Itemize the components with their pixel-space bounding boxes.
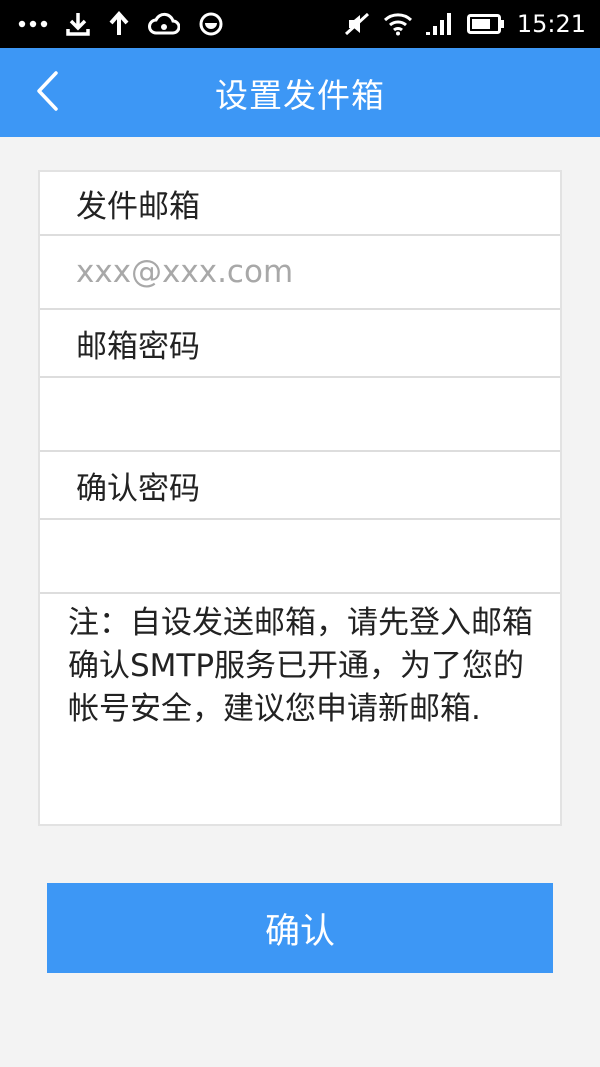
signal-icon: [425, 10, 455, 38]
sender-email-field[interactable]: [40, 236, 560, 308]
sender-email-field-row: [40, 236, 560, 310]
more-icon: [18, 10, 48, 38]
email-form: 发件邮箱 邮箱密码 确认密码 注：自设发送邮箱，请先登入邮箱确认SMTP服务已开…: [38, 170, 562, 826]
sender-email-label-row: 发件邮箱: [40, 172, 560, 236]
confirm-password-field[interactable]: [40, 520, 560, 592]
status-bar-right: 15:21: [343, 10, 586, 38]
confirm-password-label-row: 确认密码: [40, 452, 560, 520]
password-field-row: [40, 378, 560, 452]
chevron-left-icon: [34, 70, 60, 116]
confirm-password-field-row: [40, 520, 560, 594]
battery-icon: [466, 10, 505, 38]
app-status-icon: [198, 10, 224, 38]
confirm-password-label: 确认密码: [76, 470, 200, 507]
wifi-icon: [383, 10, 413, 38]
app-header: 设置发件箱: [0, 48, 600, 137]
status-bar: 15:21: [0, 0, 600, 48]
password-field[interactable]: [40, 378, 560, 450]
page-title: 设置发件箱: [215, 75, 385, 115]
clock-time: 15:21: [516, 10, 586, 38]
password-label-row: 邮箱密码: [40, 310, 560, 378]
confirm-button[interactable]: 确认: [47, 883, 553, 973]
smtp-note: 注：自设发送邮箱，请先登入邮箱确认SMTP服务已开通，为了您的帐号安全，建议您申…: [68, 605, 533, 727]
password-label: 邮箱密码: [76, 328, 200, 365]
back-button[interactable]: [22, 66, 72, 120]
upload-icon: [108, 10, 130, 38]
mute-icon: [343, 10, 371, 38]
status-bar-left: [18, 10, 224, 38]
sender-email-label: 发件邮箱: [76, 188, 200, 225]
cloud-icon: [148, 10, 180, 38]
download-icon: [66, 10, 90, 38]
